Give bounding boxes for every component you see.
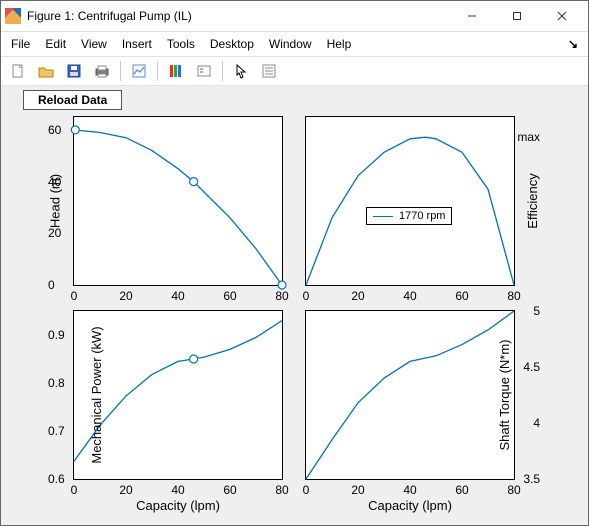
maximize-icon bbox=[512, 11, 522, 21]
ytick: 40 bbox=[48, 175, 61, 189]
xtick: 60 bbox=[455, 289, 468, 303]
plot-torque: Shaft Torque (N*m) Capacity (lpm) 0 20 40 6… bbox=[297, 310, 577, 520]
series-torque bbox=[306, 311, 514, 479]
toolbar-separator bbox=[222, 61, 223, 81]
menu-window[interactable]: Window bbox=[263, 35, 318, 53]
xtick: 0 bbox=[303, 289, 310, 303]
series-efficiency bbox=[306, 117, 514, 285]
menu-desktop[interactable]: Desktop bbox=[204, 35, 260, 53]
menu-insert[interactable]: Insert bbox=[116, 35, 158, 53]
pointer-arrow-icon bbox=[233, 63, 249, 79]
ylabel-torque: Shaft Torque (N*m) bbox=[497, 339, 512, 450]
xtick: 80 bbox=[507, 483, 520, 497]
ytick: 0.6 bbox=[48, 472, 65, 486]
ytick: 60 bbox=[48, 123, 61, 137]
xtick: 60 bbox=[223, 289, 236, 303]
ytick: 20 bbox=[48, 226, 61, 240]
xtick: 20 bbox=[351, 483, 364, 497]
xlabel-torque: Capacity (lpm) bbox=[368, 498, 452, 513]
new-figure-icon bbox=[10, 63, 26, 79]
dock-arrow-icon[interactable]: ↘ bbox=[562, 35, 584, 53]
open-folder-icon bbox=[38, 63, 54, 79]
reload-data-button[interactable]: Reload Data bbox=[23, 90, 122, 110]
xtick: 80 bbox=[507, 289, 520, 303]
ytick: 4.5 bbox=[523, 360, 540, 374]
ytick: 0.7 bbox=[48, 424, 65, 438]
series-head bbox=[74, 117, 282, 285]
open-button[interactable] bbox=[33, 58, 59, 84]
plot-mech-power: Mechanical Power (kW) Capacity (lpm) 0 20… bbox=[7, 310, 287, 520]
new-figure-button[interactable] bbox=[5, 58, 31, 84]
minimize-button[interactable] bbox=[449, 1, 494, 31]
ylabel-efficiency: Efficiency bbox=[525, 173, 540, 228]
xtick: 0 bbox=[71, 289, 78, 303]
plot-head: Head (m) 0204060800204060 bbox=[7, 110, 287, 310]
xlabel-mech-power: Capacity (lpm) bbox=[136, 498, 220, 513]
save-button[interactable] bbox=[61, 58, 87, 84]
datacursor-icon bbox=[131, 63, 147, 79]
xtick: 40 bbox=[403, 483, 416, 497]
datacursor-button[interactable] bbox=[126, 58, 152, 84]
menu-file[interactable]: File bbox=[5, 35, 36, 53]
close-button[interactable] bbox=[539, 1, 584, 31]
legend-button[interactable] bbox=[191, 58, 217, 84]
menu-tools[interactable]: Tools bbox=[161, 35, 201, 53]
ytick-max: max bbox=[517, 130, 540, 144]
ytick: 0 bbox=[48, 278, 55, 292]
legend-swatch-icon bbox=[373, 216, 393, 217]
legend[interactable]: 1770 rpm bbox=[366, 207, 452, 225]
legend-label: 1770 rpm bbox=[399, 210, 445, 222]
minimize-icon bbox=[467, 11, 477, 21]
print-icon bbox=[94, 63, 110, 79]
xtick: 20 bbox=[119, 483, 132, 497]
ytick: 0.9 bbox=[48, 328, 65, 342]
menu-edit[interactable]: Edit bbox=[39, 35, 72, 53]
xtick: 40 bbox=[171, 289, 184, 303]
maximize-button[interactable] bbox=[494, 1, 539, 31]
ytick: 4 bbox=[533, 416, 540, 430]
series-mech-power bbox=[74, 311, 282, 479]
xtick: 20 bbox=[119, 289, 132, 303]
colorbar-button[interactable] bbox=[163, 58, 189, 84]
save-floppy-icon bbox=[66, 63, 82, 79]
ylabel-mech-power: Mechanical Power (kW) bbox=[89, 326, 104, 463]
xtick: 0 bbox=[71, 483, 78, 497]
matlab-logo-icon bbox=[5, 8, 21, 24]
ytick: 0.8 bbox=[48, 376, 65, 390]
axes-mech-power[interactable]: Mechanical Power (kW) Capacity (lpm) 020… bbox=[73, 310, 283, 480]
toolbar bbox=[1, 57, 588, 86]
figure-area: Reload Data Head (m) 0204060800204060 Ef… bbox=[1, 86, 588, 525]
toolbar-separator bbox=[157, 61, 158, 81]
xtick: 80 bbox=[275, 483, 288, 497]
plots-container: Head (m) 0204060800204060 Efficiency 177… bbox=[7, 110, 582, 519]
plot-efficiency: Efficiency 1770 rpm 0 20 40 60 80 max bbox=[297, 110, 577, 310]
colorbar-icon bbox=[168, 63, 184, 79]
ytick: 5 bbox=[533, 304, 540, 318]
close-icon bbox=[557, 11, 567, 21]
props-button[interactable] bbox=[256, 58, 282, 84]
toolbar-separator bbox=[120, 61, 121, 81]
legend-icon bbox=[196, 63, 212, 79]
axes-efficiency[interactable]: Efficiency 1770 rpm 020406080max bbox=[305, 116, 515, 286]
print-button[interactable] bbox=[89, 58, 115, 84]
xtick: 40 bbox=[403, 289, 416, 303]
xtick: 80 bbox=[275, 289, 288, 303]
axes-head[interactable]: Head (m) 0204060800204060 bbox=[73, 116, 283, 286]
ytick: 3.5 bbox=[523, 472, 540, 486]
menubar: File Edit View Insert Tools Desktop Wind… bbox=[1, 32, 588, 57]
xtick: 60 bbox=[223, 483, 236, 497]
menu-view[interactable]: View bbox=[75, 35, 113, 53]
xtick: 40 bbox=[171, 483, 184, 497]
xtick: 0 bbox=[303, 483, 310, 497]
menu-help[interactable]: Help bbox=[321, 35, 358, 53]
pointer-button[interactable] bbox=[228, 58, 254, 84]
xtick: 60 bbox=[455, 483, 468, 497]
axes-torque[interactable]: Shaft Torque (N*m) Capacity (lpm) 020406… bbox=[305, 310, 515, 480]
titlebar: Figure 1: Centrifugal Pump (IL) bbox=[1, 1, 588, 32]
properties-icon bbox=[261, 63, 277, 79]
xtick: 20 bbox=[351, 289, 364, 303]
window-title: Figure 1: Centrifugal Pump (IL) bbox=[27, 9, 192, 23]
